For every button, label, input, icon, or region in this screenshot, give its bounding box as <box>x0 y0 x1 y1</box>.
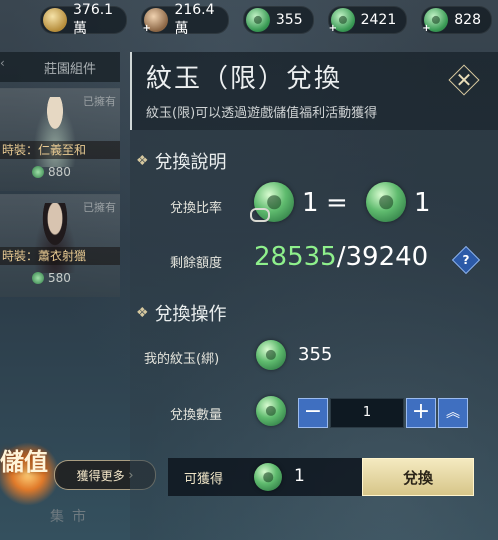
item-price-value: 580 <box>48 271 71 285</box>
jade-coin-icon <box>32 272 44 284</box>
ratio-left-value: 1 <box>302 188 319 218</box>
chevron-left-icon[interactable]: ‹ <box>0 56 14 78</box>
exchange-button[interactable]: 兌換 <box>362 458 474 496</box>
increment-button[interactable]: + <box>406 398 436 428</box>
obtain-label: 可獲得 <box>184 472 224 487</box>
resource-jade-bound[interactable]: 355 <box>242 6 314 34</box>
page-subtitle: 紋玉(限)可以透過遊戲儲值福利活動獲得 <box>146 106 378 121</box>
help-icon: ? <box>462 253 470 267</box>
jade-coin-icon <box>254 463 282 491</box>
jade-limited-icon <box>256 396 286 426</box>
close-icon: ✕ <box>455 68 473 92</box>
jade-coin-icon: + <box>329 8 355 34</box>
section-operation: ❖ 兌換操作 <box>136 300 227 326</box>
page-title: 紋玉（限）兌換 <box>146 64 343 94</box>
sparkle-icon: ❖ <box>136 153 149 169</box>
jade-coin-icon <box>256 340 286 370</box>
market-label[interactable]: 集市 <box>50 506 94 526</box>
quantity-input[interactable]: 1 <box>330 398 404 428</box>
my-jade-label: 我的紋玉(綁) <box>144 352 220 367</box>
resource-value: 376.1萬 <box>73 2 114 37</box>
jade-coin-icon <box>245 8 270 32</box>
bronze-coin-icon: + <box>142 8 169 34</box>
item-price-value: 880 <box>48 165 71 179</box>
get-more-label: 獲得更多 <box>76 468 125 483</box>
recharge-button[interactable]: 儲值 <box>0 442 60 506</box>
resource-bronze[interactable]: + 216.4萬 <box>141 2 229 37</box>
quota-remaining: 28535 <box>254 242 337 272</box>
help-button[interactable]: ? <box>451 245 481 275</box>
resource-gold[interactable]: 376.1萬 <box>40 2 128 37</box>
quota-value: 28535/39240 <box>254 242 428 272</box>
quota-label: 剩餘額度 <box>170 256 223 271</box>
resource-value: 355 <box>275 12 303 28</box>
my-jade-value: 355 <box>298 344 333 365</box>
item-price: 580 <box>32 271 71 285</box>
resource-jade[interactable]: + 828 <box>421 6 492 34</box>
resource-jade-limited[interactable]: + 2421 <box>327 6 408 34</box>
shop-item-card[interactable]: 已擁有 時裝：蕭衣射獵 580 <box>0 194 120 297</box>
close-button[interactable]: ✕ <box>448 64 480 96</box>
jade-coin-icon <box>32 166 44 178</box>
panel-header: 紋玉（限）兌換 紋玉(限)可以透過遊戲儲值福利活動獲得 ✕ <box>130 52 498 130</box>
ratio-equals: = <box>326 188 348 218</box>
quantity-label: 兌換數量 <box>170 408 223 423</box>
resource-value: 216.4萬 <box>174 2 215 37</box>
resource-bar: 376.1萬 + 216.4萬 355 + 2421 + 828 <box>40 2 492 37</box>
resource-value: 2421 <box>360 12 397 28</box>
shop-item-card[interactable]: 已擁有 時裝：仁義至和 880 <box>0 88 120 191</box>
section-info: ❖ 兌換說明 <box>136 148 227 174</box>
ratio-label: 兌換比率 <box>170 201 223 216</box>
item-caption: 時裝：蕭衣射獵 <box>0 247 120 265</box>
sidebar-tab-label: 莊園組件 <box>44 61 97 77</box>
owned-badge: 已擁有 <box>83 95 116 108</box>
ratio-right-value: 1 <box>414 188 431 218</box>
owned-badge: 已擁有 <box>83 201 116 214</box>
section-title: 兌換說明 <box>154 152 227 173</box>
obtain-bar: 可獲得 1 兌換 <box>168 458 474 496</box>
chain-icon <box>250 208 270 222</box>
sidebar-tab-manor[interactable]: ‹ 莊園組件 <box>0 52 120 82</box>
section-title: 兌換操作 <box>154 304 227 325</box>
item-price: 880 <box>32 165 71 179</box>
decrement-button[interactable]: − <box>298 398 328 428</box>
resource-value: 828 <box>454 12 481 28</box>
obtain-value: 1 <box>294 466 305 486</box>
sparkle-icon: ❖ <box>136 305 149 321</box>
item-caption: 時裝：仁義至和 <box>0 141 120 159</box>
exchange-panel: 紋玉（限）兌換 紋玉(限)可以透過遊戲儲值福利活動獲得 ✕ ❖ 兌換說明 兌換比… <box>130 52 498 540</box>
quota-total: 39240 <box>345 242 429 272</box>
quantity-stepper: − 1 + ︽ <box>298 398 472 428</box>
recharge-label: 儲值 <box>0 448 48 476</box>
jade-coin-icon: + <box>422 8 449 34</box>
gold-ingot-icon <box>43 8 67 32</box>
jade-coin-icon <box>366 182 406 222</box>
max-button[interactable]: ︽ <box>438 398 468 428</box>
